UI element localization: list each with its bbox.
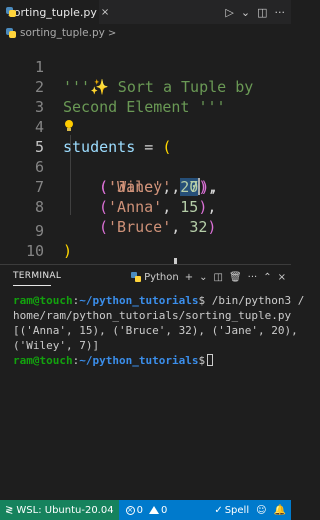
terminal-line: ram@touch:~/python_tutorials$ /bin/pytho… — [13, 294, 305, 307]
breadcrumb-separator: > — [107, 27, 117, 39]
trash-icon[interactable]: 🗑 — [229, 272, 242, 283]
terminal-line: [('Anna', 15), ('Bruce', 32), ('Jane', 2… — [13, 324, 298, 337]
more-actions-icon[interactable]: ··· — [248, 272, 258, 283]
code-line: 5 ('Jane', 20), — [0, 117, 291, 196]
code-line: 11 — [0, 243, 291, 263]
run-menu-chevron-icon[interactable]: ⌄ — [241, 6, 250, 19]
code-line: 1 '''✨ Sort a Tuple by — [0, 42, 291, 96]
terminal-panel: TERMINAL Python + ⌄ ◫ 🗑 ··· ⌃ × ram@touc… — [0, 264, 305, 500]
editor-tab-sorting-tuple[interactable]: sorting_tuple.py × — [0, 0, 109, 24]
code-line: 3 — [0, 77, 291, 116]
error-count: 0 — [136, 504, 143, 516]
close-panel-icon[interactable]: × — [278, 272, 286, 283]
terminal-shell-selector[interactable]: Python — [131, 272, 179, 283]
code-line: 7 ('Anna', 15), — [0, 157, 291, 216]
error-icon: × — [125, 505, 135, 515]
remote-label: WSL: Ubuntu-20.04 — [16, 504, 114, 516]
notifications-bell-icon[interactable]: 🔔 — [274, 505, 286, 516]
terminal-output[interactable]: ram@touch:~/python_tutorials$ /bin/pytho… — [13, 293, 305, 368]
check-icon: ✓ — [214, 504, 223, 516]
breadcrumb-file[interactable]: sorting_tuple.py — [20, 27, 105, 39]
warning-count: 0 — [160, 504, 168, 516]
lightbulb-icon[interactable] — [64, 120, 74, 134]
feedback-icon[interactable]: ☺ — [256, 505, 266, 516]
terminal-dropdown-icon[interactable]: ⌄ — [199, 272, 207, 283]
terminal-line: ('Wiley', 7)] — [13, 339, 100, 352]
more-actions-icon[interactable]: ··· — [275, 6, 286, 19]
terminal-toolbar: Python + ⌄ ◫ 🗑 ··· ⌃ × — [131, 269, 286, 285]
problems-indicator[interactable]: × 0 0 — [125, 504, 168, 516]
new-terminal-icon[interactable]: + — [185, 272, 193, 283]
terminal-line: ram@touch:~/python_tutorials$ — [13, 353, 287, 368]
breadcrumb: sorting_tuple.py > — [0, 24, 291, 42]
tab-terminal[interactable]: TERMINAL — [13, 271, 61, 281]
spell-check-item[interactable]: ✓ Spell — [214, 505, 249, 516]
terminal-line: home/ram/python_tutorials/sorting_tuple.… — [13, 309, 292, 322]
close-tab-icon[interactable]: × — [101, 7, 109, 18]
tab-filename: sorting_tuple.py — [8, 5, 97, 19]
code-line: 4 students = ( — [0, 97, 291, 156]
status-right: ✓ Spell ☺ 🔔 — [214, 505, 291, 516]
spell-label: Spell — [224, 504, 250, 516]
editor-tab-bar: sorting_tuple.py × ▷ ⌄ ◫ ··· — [0, 0, 291, 24]
split-editor-icon[interactable]: ◫ — [257, 6, 267, 19]
active-tab-underline — [13, 285, 51, 286]
code-line: 9 ) — [0, 201, 291, 260]
warning-icon — [148, 506, 159, 514]
terminal-cursor — [207, 354, 214, 366]
terminal-shell-label: Python — [144, 271, 179, 283]
remote-indicator[interactable]: ≷ WSL: Ubuntu-20.04 — [0, 500, 119, 520]
code-editor[interactable]: 1 '''✨ Sort a Tuple by 2 Second Element … — [0, 42, 291, 264]
maximize-panel-icon[interactable]: ⌃ — [263, 272, 271, 283]
code-line: 6 ('Wiley', 7), — [0, 137, 291, 196]
editor-actions: ▷ ⌄ ◫ ··· — [225, 0, 291, 24]
code-line: 2 Second Element ''' — [0, 57, 291, 116]
run-icon[interactable]: ▷ — [225, 6, 233, 19]
remote-icon: ≷ — [5, 504, 14, 516]
split-terminal-icon[interactable]: ◫ — [214, 272, 223, 283]
python-icon — [131, 272, 142, 282]
code-line: 10 print(sorted(students)) — [0, 221, 291, 264]
code-line: 8 ('Bruce', 32) — [0, 177, 291, 236]
panel-header: TERMINAL Python + ⌄ ◫ 🗑 ··· ⌃ × — [0, 265, 291, 289]
python-file-icon — [5, 27, 17, 39]
status-bar: ≷ WSL: Ubuntu-20.04 × 0 0 ✓ Spell ☺ 🔔 — [0, 500, 291, 520]
